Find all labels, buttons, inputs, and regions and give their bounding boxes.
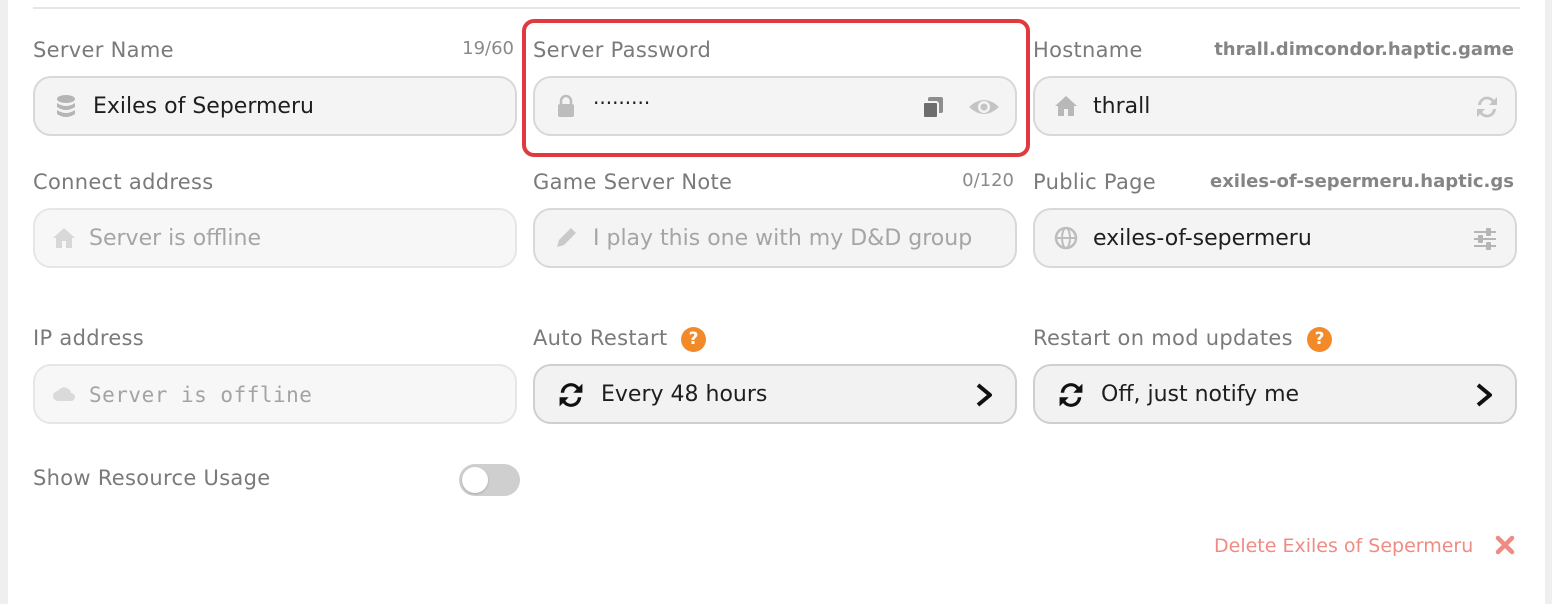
home-icon [53, 228, 75, 248]
home-icon [1055, 96, 1077, 116]
auto-restart-label: Auto Restart [533, 326, 668, 350]
refresh-icon[interactable] [1473, 93, 1501, 121]
refresh-icon [559, 383, 583, 407]
restart-mod-updates-value: Off, just notify me [1101, 382, 1300, 407]
pencil-icon [557, 228, 576, 247]
help-icon[interactable]: ? [1307, 327, 1332, 352]
chevron-right-icon [976, 383, 992, 407]
chevron-right-icon [1476, 383, 1492, 407]
public-page-label: Public Page [1033, 170, 1156, 194]
ip-address-field[interactable]: Server is offline [33, 364, 517, 424]
server-name-label: Server Name [33, 38, 174, 62]
toggle-knob [462, 467, 488, 493]
sliders-icon[interactable] [1471, 225, 1499, 253]
coin-stack-icon [57, 95, 75, 117]
public-page-field[interactable]: exiles-of-sepermeru [1033, 208, 1517, 268]
game-server-note-label: Game Server Note [533, 170, 733, 194]
divider [33, 7, 1520, 9]
password-highlight-box [522, 19, 1030, 157]
resource-usage-label: Show Resource Usage [33, 466, 271, 490]
public-page-value: exiles-of-sepermeru [1093, 226, 1312, 251]
server-name-counter: 19/60 [462, 38, 514, 59]
hostname-field[interactable]: thrall [1033, 76, 1517, 136]
restart-mod-updates-select[interactable]: Off, just notify me [1033, 364, 1517, 424]
delete-server-link[interactable]: Delete Exiles of Sepermeru [1214, 532, 1515, 557]
restart-mod-updates-label: Restart on mod updates [1033, 326, 1293, 350]
auto-restart-select[interactable]: Every 48 hours [533, 364, 1017, 424]
ip-address-label: IP address [33, 326, 145, 350]
hostname-domain: thrall.dimcondor.haptic.game [1214, 39, 1514, 60]
help-icon[interactable]: ? [681, 327, 706, 352]
ip-address-placeholder: Server is offline [89, 383, 313, 407]
delete-server-label: Delete Exiles of Sepermeru [1214, 535, 1474, 557]
refresh-icon [1059, 383, 1083, 407]
connect-address-field[interactable]: Server is offline [33, 208, 517, 268]
game-server-note-counter: 0/120 [962, 170, 1014, 191]
public-page-url: exiles-of-sepermeru.haptic.gs [1209, 171, 1514, 192]
auto-restart-value: Every 48 hours [601, 382, 768, 407]
game-server-note-field[interactable]: I play this one with my D&D group [533, 208, 1017, 268]
close-icon [1496, 535, 1515, 555]
resource-usage-toggle[interactable] [459, 464, 520, 496]
globe-icon [1054, 226, 1078, 250]
server-name-field[interactable]: Exiles of Sepermeru [33, 76, 517, 136]
connect-address-placeholder: Server is offline [89, 226, 262, 251]
hostname-value: thrall [1093, 94, 1151, 119]
connect-address-label: Connect address [33, 170, 214, 194]
cloud-icon [53, 387, 75, 401]
hostname-label: Hostname [1033, 38, 1143, 62]
server-name-value: Exiles of Sepermeru [93, 94, 314, 119]
game-server-note-placeholder: I play this one with my D&D group [593, 226, 973, 251]
